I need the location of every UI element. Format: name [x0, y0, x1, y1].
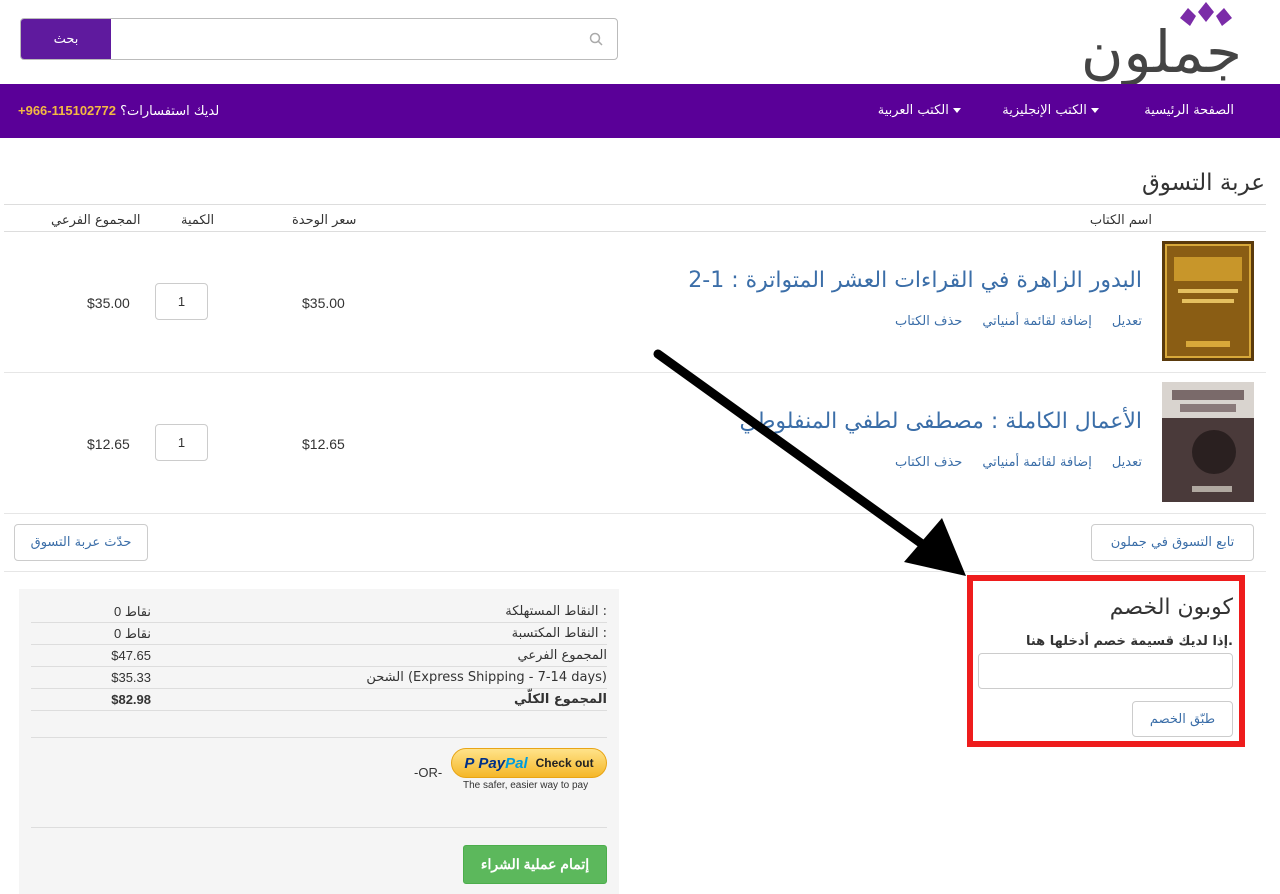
summary-row: المجموع الفرعي $47.65: [31, 645, 607, 667]
summary-row: الشحن (Express Shipping - 7-14 days) $35…: [31, 667, 607, 689]
book-actions: تعديل إضافة لقائمة أمنياتي حذف الكتاب: [895, 314, 1142, 329]
unit-price: $35.00: [302, 295, 345, 311]
summary-row: النقاط المكتسبة : 0 نقاط: [31, 623, 607, 645]
total-label: المجموع الكلّي: [513, 692, 607, 707]
annotation-arrow-icon: [653, 349, 966, 576]
nav-home-label: الصفحة الرئيسية: [1144, 103, 1234, 118]
main-navbar: الصفحة الرئيسية الكتب الإنجليزية الكتب ا…: [0, 84, 1280, 138]
checkout-button[interactable]: إتمام عملية الشراء: [463, 845, 607, 884]
row-subtotal: $35.00: [87, 295, 130, 311]
coupon-title: كوبون الخصم: [1109, 595, 1233, 620]
contact-phone[interactable]: +966-115102772: [18, 103, 116, 118]
summary-value: 0 نقاط: [113, 626, 151, 641]
paypal-wordmark-pal: Pal: [505, 754, 528, 772]
order-summary: النقاط المستهلكة : 0 نقاط النقاط المكتسب…: [19, 589, 619, 894]
or-separator: -OR-: [414, 765, 443, 780]
summary-value: $47.65: [111, 648, 151, 663]
quantity-input[interactable]: 1: [155, 424, 208, 461]
unit-price: $12.65: [302, 436, 345, 452]
page-title: عربة التسوق: [1141, 170, 1265, 196]
total-value: $82.98: [111, 692, 151, 707]
search-button[interactable]: بحث: [21, 19, 111, 59]
coupon-code-input[interactable]: [978, 653, 1233, 689]
paypal-checkout-label: Check out: [535, 756, 594, 770]
summary-label: المجموع الفرعي: [517, 648, 607, 663]
paypal-wordmark-pay: Pay: [478, 754, 506, 772]
nav-arabic-books[interactable]: الكتب العربية: [878, 103, 966, 118]
paypal-tagline: The safer, easier way to pay: [463, 780, 589, 791]
nav-english-books[interactable]: الكتب الإنجليزية: [1002, 103, 1104, 118]
summary-value: $35.33: [111, 670, 151, 685]
paypal-checkout-button[interactable]: P PayPal Check out: [451, 748, 607, 778]
col-subtotal: المجموع الفرعي: [51, 213, 141, 228]
book-cover-image[interactable]: [1162, 382, 1254, 502]
nav-english-books-label: الكتب الإنجليزية: [1002, 103, 1087, 118]
col-book-name: اسم الكتاب: [1089, 213, 1152, 228]
search-bar: بحث: [20, 18, 618, 60]
summary-spacer: [31, 710, 607, 738]
cart-table-header: اسم الكتاب سعر الوحدة الكمية المجموع الف…: [4, 204, 1266, 232]
summary-label: الشحن (Express Shipping - 7-14 days): [366, 670, 607, 685]
quantity-input[interactable]: 1: [155, 283, 208, 320]
cart-row: الأعمال الكاملة : مصطفى لطفي المنفلوطي ت…: [4, 373, 1266, 514]
coupon-section: كوبون الخصم إذا لديك قسيمة خصم أدخلها هن…: [967, 575, 1245, 747]
paypal-wordmark: PayPal: [478, 755, 527, 772]
continue-shopping-button[interactable]: تابع التسوق في جملون: [1091, 524, 1254, 561]
book-cover-image[interactable]: [1162, 241, 1254, 361]
divider: [4, 571, 1266, 572]
contact-label: لديك استفسارات؟: [120, 104, 220, 119]
search-input[interactable]: [111, 19, 617, 59]
logo[interactable]: جملون: [1018, 0, 1248, 86]
cart-row: البدور الزاهرة في القراءات العشر المتوات…: [4, 232, 1266, 373]
row-subtotal: $12.65: [87, 436, 130, 452]
update-cart-button[interactable]: حدّث عربة التسوق: [14, 524, 148, 561]
edit-link[interactable]: تعديل: [1112, 455, 1142, 470]
remove-book-link[interactable]: حذف الكتاب: [895, 314, 962, 329]
add-to-wishlist-link[interactable]: إضافة لقائمة أمنياتي: [982, 314, 1092, 329]
edit-link[interactable]: تعديل: [1112, 314, 1142, 329]
search-icon: [589, 32, 603, 46]
chevron-down-icon: [1091, 108, 1099, 113]
summary-total-row: المجموع الكلّي $82.98: [31, 689, 607, 711]
contact-info: +966-115102772 لديك استفسارات؟: [18, 103, 219, 119]
summary-label: النقاط المكتسبة :: [511, 626, 607, 641]
paypal-icon: P: [464, 754, 475, 772]
chevron-down-icon: [953, 108, 961, 113]
summary-row: النقاط المستهلكة : 0 نقاط: [31, 601, 607, 623]
col-quantity: الكمية: [181, 213, 215, 228]
divider: [31, 827, 607, 828]
nav-home[interactable]: الصفحة الرئيسية: [1144, 103, 1234, 118]
coupon-description: إذا لديك قسيمة خصم أدخلها هنا.: [1025, 634, 1233, 649]
logo-text: جملون: [1080, 18, 1244, 86]
nav-arabic-books-label: الكتب العربية: [877, 103, 949, 118]
col-unit-price: سعر الوحدة: [292, 213, 357, 228]
summary-value: 0 نقاط: [113, 604, 151, 619]
book-title-link[interactable]: البدور الزاهرة في القراءات العشر المتوات…: [688, 268, 1142, 293]
apply-coupon-button[interactable]: طبّق الخصم: [1132, 701, 1233, 737]
add-to-wishlist-link[interactable]: إضافة لقائمة أمنياتي: [982, 455, 1092, 470]
summary-label: النقاط المستهلكة :: [505, 604, 607, 619]
